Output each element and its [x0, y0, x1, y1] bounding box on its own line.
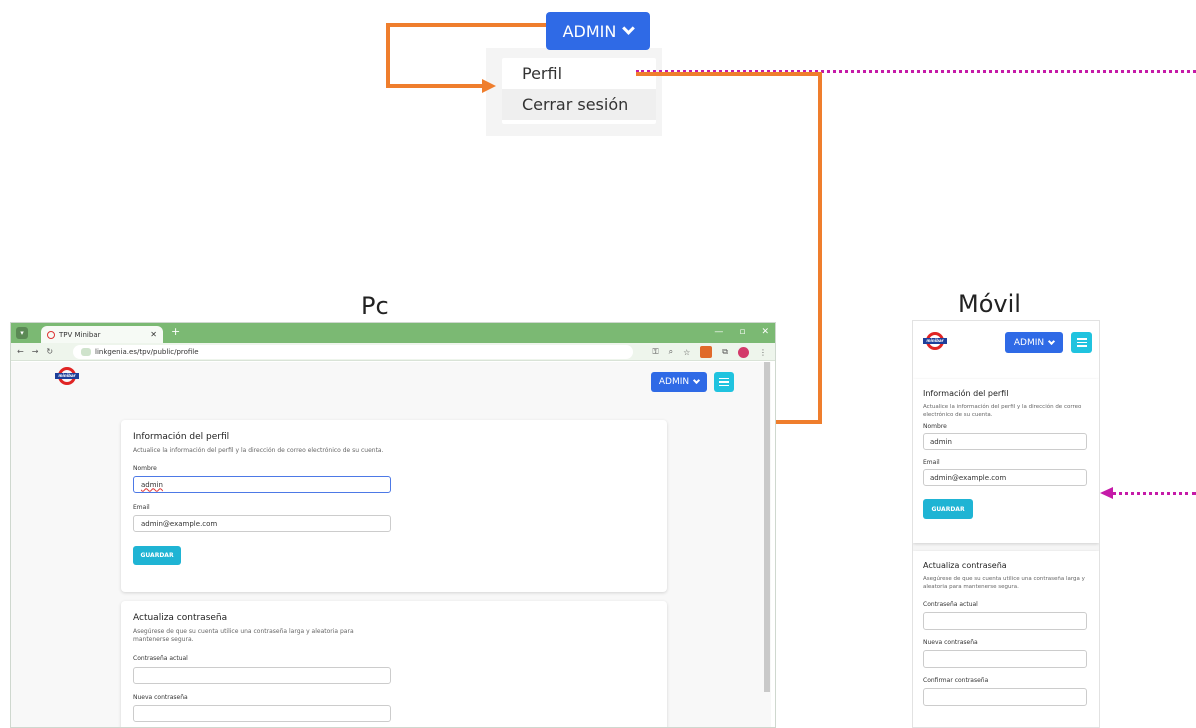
admin-dropdown-button[interactable]: ADMIN: [651, 372, 707, 392]
hamburger-menu-button[interactable]: [714, 372, 734, 392]
reload-icon[interactable]: ↻: [46, 347, 53, 356]
key-icon[interactable]: ⚿: [653, 347, 659, 357]
caption-pc: Pc: [361, 292, 389, 320]
profile-page: minibar ADMIN Información del perfil Act…: [11, 362, 771, 727]
name-input[interactable]: admin: [923, 433, 1087, 450]
profile-info-card: Información del perfil Actualice la info…: [913, 379, 1099, 543]
profile-card-title: Información del perfil: [923, 389, 1009, 398]
new-tab-button[interactable]: +: [171, 325, 180, 338]
site-info-icon[interactable]: [81, 348, 91, 356]
new-password-input[interactable]: [923, 650, 1087, 668]
tab-title: TPV Minibar: [59, 330, 101, 339]
save-button[interactable]: GUARDAR: [133, 546, 181, 565]
current-password-label: Contraseña actual: [923, 601, 978, 608]
browser-toolbar-right: ⚿ ⌕ ☆ ⧉ ⋮: [653, 346, 767, 358]
address-bar-row: ← → ↻ linkgenia.es/tpv/public/profile ⚿ …: [11, 343, 775, 361]
close-tab-icon[interactable]: ✕: [150, 330, 157, 339]
password-card: Actualiza contraseña Asegúrese de que su…: [913, 551, 1099, 727]
minibar-logo: minibar: [55, 367, 79, 385]
new-password-label: Nueva contraseña: [923, 639, 978, 646]
profile-avatar-icon[interactable]: [738, 346, 749, 358]
close-window-icon[interactable]: ✕: [761, 327, 769, 337]
hamburger-menu-button[interactable]: [1071, 332, 1092, 353]
profile-card-description: Actualice la información del perfil y la…: [133, 447, 384, 454]
star-icon[interactable]: ☆: [683, 348, 690, 357]
zoom-icon[interactable]: ⌕: [669, 347, 673, 357]
chevron-down-icon: [1048, 337, 1056, 345]
confirm-password-label: Confirmar contraseña: [923, 677, 989, 684]
admin-dropdown-button[interactable]: ADMIN: [1005, 332, 1063, 353]
password-card: Actualiza contraseña Asegúrese de que su…: [121, 601, 667, 727]
annotated-screenshot: ADMIN Perfil Cerrar sesión Pc Móvil ▾ TP…: [0, 0, 1196, 728]
email-label: Email: [133, 504, 150, 511]
minibar-logo: minibar: [923, 332, 947, 350]
mobile-header: minibar ADMIN: [913, 321, 1099, 379]
profile-card-title: Información del perfil: [133, 432, 230, 442]
name-label: Nombre: [133, 465, 157, 472]
current-password-input[interactable]: [133, 667, 391, 684]
profile-card-description: Actualice la información del perfil y la…: [923, 404, 1082, 418]
annotation-line: [386, 84, 486, 88]
scrollbar[interactable]: [764, 362, 770, 692]
email-label: Email: [923, 459, 940, 466]
confirm-password-input[interactable]: [923, 688, 1087, 706]
save-button[interactable]: GUARDAR: [923, 499, 973, 519]
admin-dropdown-menu: Perfil Cerrar sesión: [502, 58, 656, 124]
annotation-line: [818, 72, 822, 424]
admin-label: ADMIN: [1013, 337, 1045, 348]
annotation-line: [386, 23, 390, 87]
annotation-line: [636, 72, 822, 76]
menu-kebab-icon[interactable]: ⋮: [759, 348, 767, 357]
annotation-arrow-head: [1100, 487, 1113, 499]
maximize-icon[interactable]: ▫: [739, 327, 745, 337]
back-icon[interactable]: ←: [17, 347, 24, 356]
password-card-title: Actualiza contraseña: [133, 613, 228, 623]
chevron-down-icon: [693, 376, 701, 385]
url-text: linkgenia.es/tpv/public/profile: [95, 348, 199, 356]
tab-search-button[interactable]: ▾: [16, 327, 28, 339]
browser-tab-bar: ▾ TPV Minibar ✕ + — ▫ ✕: [11, 323, 775, 343]
menu-item-cerrar-sesion[interactable]: Cerrar sesión: [502, 89, 656, 120]
url-field[interactable]: linkgenia.es/tpv/public/profile: [73, 345, 633, 359]
name-input[interactable]: admin: [133, 476, 391, 493]
forward-icon[interactable]: →: [32, 347, 39, 356]
caption-mobile: Móvil: [958, 290, 1021, 318]
profile-info-card: Información del perfil Actualice la info…: [121, 420, 667, 592]
annotation-dotted-line: [1112, 492, 1196, 495]
password-card-title: Actualiza contraseña: [923, 561, 1007, 570]
password-card-description: Asegúrese de que su cuenta utilice una c…: [923, 576, 1085, 590]
minimize-icon[interactable]: —: [714, 327, 723, 337]
current-password-label: Contraseña actual: [133, 655, 188, 662]
admin-label: ADMIN: [562, 21, 617, 41]
mobile-view: minibar ADMIN Información del perfil Act…: [912, 320, 1100, 728]
menu-item-perfil[interactable]: Perfil: [502, 58, 656, 89]
name-label: Nombre: [923, 423, 947, 430]
chevron-down-icon: [622, 21, 636, 35]
extensions-puzzle-icon[interactable]: ⧉: [722, 347, 728, 357]
annotation-line: [386, 23, 546, 27]
admin-dropdown-button[interactable]: ADMIN: [546, 12, 650, 50]
current-password-input[interactable]: [923, 612, 1087, 630]
window-controls: — ▫ ✕: [714, 327, 769, 337]
browser-window: ▾ TPV Minibar ✕ + — ▫ ✕ ← → ↻ linkgenia.…: [10, 322, 776, 728]
password-card-description: Asegúrese de que su cuenta utilice una c…: [133, 628, 354, 643]
extension-icon[interactable]: [700, 346, 713, 358]
new-password-input[interactable]: [133, 705, 391, 722]
browser-tab[interactable]: TPV Minibar ✕: [41, 326, 163, 343]
admin-label: ADMIN: [658, 377, 690, 387]
email-input[interactable]: admin@example.com: [923, 469, 1087, 486]
email-input[interactable]: admin@example.com: [133, 515, 391, 532]
annotation-arrow-head: [482, 79, 496, 93]
favicon-icon: [47, 330, 55, 339]
new-password-label: Nueva contraseña: [133, 694, 188, 701]
mobile-body: Información del perfil Actualice la info…: [913, 379, 1099, 727]
